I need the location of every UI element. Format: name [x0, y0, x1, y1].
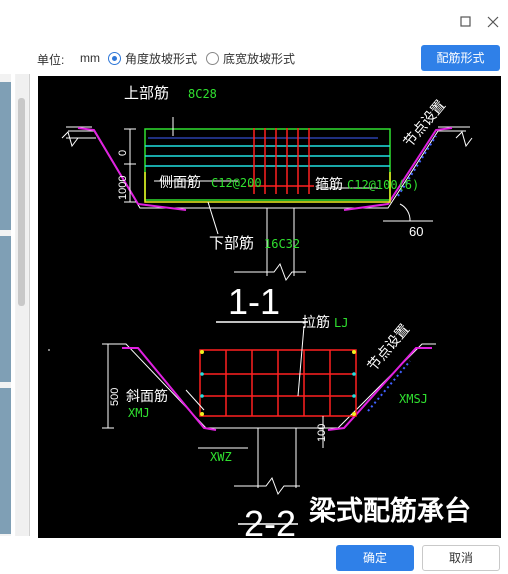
- radio-width-slope[interactable]: 底宽放坡形式: [206, 50, 295, 67]
- tie-value: LJ: [334, 316, 348, 330]
- radio-width-slope-label: 底宽放坡形式: [223, 52, 296, 66]
- angle-value: 60: [409, 224, 423, 239]
- radio-angle-slope[interactable]: 角度放坡形式: [108, 50, 197, 67]
- unit-label: 单位:: [37, 53, 65, 67]
- xmsj-label: XMSJ: [399, 392, 428, 406]
- section-title-2: 2-2: [244, 503, 296, 538]
- rebar-form-button[interactable]: 配筋形式: [421, 45, 500, 71]
- tie-label: 拉筋: [302, 314, 330, 330]
- dim-100: 100: [316, 424, 328, 442]
- dim-500: 500: [109, 388, 121, 406]
- scrollbar[interactable]: [16, 74, 28, 536]
- thumbnail-panel: [0, 74, 30, 536]
- thumbnail-item[interactable]: [0, 82, 11, 230]
- section-title-1: 1-1: [228, 281, 280, 322]
- top-rebar-value: 8C28: [188, 87, 217, 101]
- stirrup-value: C12@100(6): [347, 178, 419, 192]
- ok-button[interactable]: 确定: [336, 545, 414, 571]
- side-rebar-label: 侧面筋: [159, 174, 201, 190]
- unit-value: mm: [80, 51, 100, 65]
- radio-angle-slope-label: 角度放坡形式: [125, 52, 198, 66]
- node-settings-label-2[interactable]: 节点设置: [364, 321, 412, 374]
- slope-rebar-value: XMJ: [128, 406, 150, 420]
- radio-checked-icon[interactable]: [108, 52, 121, 65]
- title-bar: [0, 0, 508, 42]
- maximize-icon[interactable]: [458, 14, 474, 30]
- thumbnail-item[interactable]: [0, 236, 11, 382]
- thumbnail-item[interactable]: [0, 388, 11, 534]
- node-settings-label[interactable]: 节点设置: [400, 97, 448, 150]
- top-rebar-label: 上部筋: [124, 85, 169, 102]
- stirrup-label: 箍筋: [315, 176, 343, 192]
- bottom-rebar-value: 16C32: [264, 237, 300, 251]
- cancel-button[interactable]: 取消: [422, 545, 500, 571]
- cad-svg: 上部筋 8C28 侧面筋 C12@200 箍筋 C12@100(6) 下部筋 1…: [48, 85, 473, 538]
- side-rebar-value: C12@200: [211, 176, 262, 190]
- close-icon[interactable]: [485, 14, 501, 30]
- drawing-caption: 梁式配筋承台: [309, 495, 471, 526]
- xwz-label: XWZ: [210, 450, 232, 464]
- cad-drawing: 上部筋 8C28 侧面筋 C12@200 箍筋 C12@100(6) 下部筋 1…: [38, 76, 501, 538]
- dim-zero: 0: [117, 150, 129, 156]
- scrollbar-thumb[interactable]: [18, 98, 25, 306]
- dim-left: 1000: [117, 176, 129, 200]
- thumbnail-divider: [11, 74, 15, 536]
- slope-rebar-label: 斜面筋: [126, 388, 168, 404]
- bottom-rebar-label: 下部筋: [209, 235, 254, 252]
- radio-unchecked-icon[interactable]: [206, 52, 219, 65]
